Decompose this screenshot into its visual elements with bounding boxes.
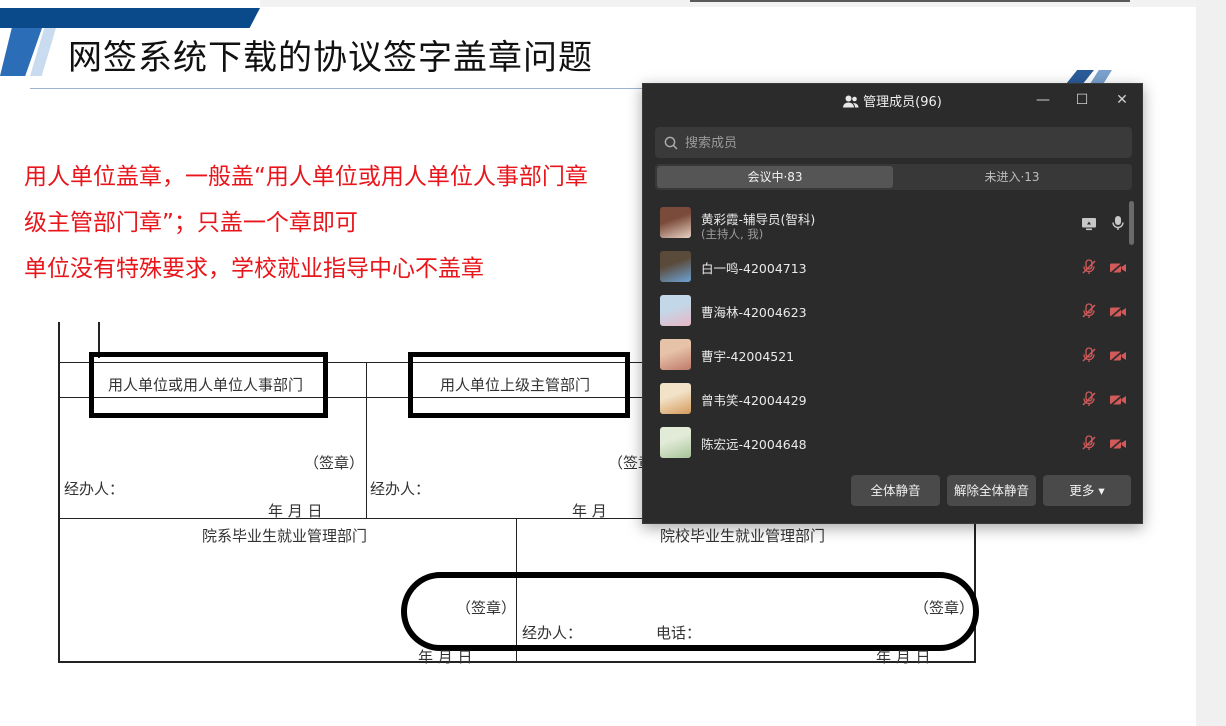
member-row[interactable]: 陈宏远-42004648 bbox=[643, 421, 1133, 465]
title-banner bbox=[0, 8, 260, 28]
member-name: 曹海林-42004623 bbox=[701, 305, 807, 320]
form-date-label: 年 月 日 bbox=[876, 648, 931, 666]
mute-all-button[interactable]: 全体静音 bbox=[851, 475, 940, 506]
tab-not-joined[interactable]: 未进入·13 bbox=[894, 166, 1130, 188]
stamp-highlight-ellipse bbox=[401, 572, 979, 651]
corner-decoration bbox=[1066, 70, 1094, 84]
form-phone-label: 电话： bbox=[656, 624, 702, 642]
member-row[interactable]: 曾韦笑-42004429 bbox=[643, 377, 1133, 421]
microphone-muted-icon[interactable] bbox=[1081, 435, 1101, 455]
screen-share-icon[interactable] bbox=[1081, 216, 1101, 236]
member-row[interactable]: 黄彩霞-辅导员(智科) (主持人, 我) bbox=[643, 201, 1133, 245]
tab-in-meeting[interactable]: 会议中·83 bbox=[657, 166, 893, 188]
avatar bbox=[660, 251, 691, 282]
member-list-scrollbar[interactable] bbox=[1129, 201, 1134, 245]
member-management-panel: 管理成员(96) — ☐ ✕ 会议中·83 未进入·13 黄彩霞-辅导员(智科)… bbox=[642, 83, 1143, 524]
members-icon bbox=[843, 95, 859, 112]
video-off-icon[interactable] bbox=[1109, 392, 1129, 412]
avatar bbox=[660, 207, 691, 238]
form-col1-header: 用人单位或用人单位人事部门 bbox=[108, 376, 304, 394]
member-name: 曹宇-42004521 bbox=[701, 349, 795, 364]
search-icon bbox=[664, 135, 678, 154]
member-name: 陈宏远-42004648 bbox=[701, 437, 807, 452]
microphone-muted-icon[interactable] bbox=[1081, 347, 1101, 367]
slide-text-line-2: 级主管部门章”；只盖一个章即可 bbox=[24, 210, 358, 236]
microphone-muted-icon[interactable] bbox=[1081, 303, 1101, 323]
unmute-all-button[interactable]: 解除全体静音 bbox=[947, 475, 1036, 506]
panel-header: 管理成员(96) bbox=[643, 91, 1142, 112]
minimize-button[interactable]: — bbox=[1031, 90, 1055, 110]
form-seal-label: （签章） bbox=[456, 599, 517, 617]
microphone-muted-icon[interactable] bbox=[1081, 391, 1101, 411]
member-name: 白一鸣-42004713 bbox=[701, 261, 807, 276]
member-search[interactable] bbox=[655, 127, 1132, 160]
microphone-muted-icon[interactable] bbox=[1081, 259, 1101, 279]
form-date-label: 年 月 日 bbox=[268, 502, 323, 520]
close-button[interactable]: ✕ bbox=[1110, 90, 1134, 110]
form-date-label: 年 月 日 bbox=[418, 648, 473, 666]
search-input[interactable] bbox=[683, 127, 1127, 160]
form-handler-label: 经办人： bbox=[370, 480, 431, 498]
video-off-icon[interactable] bbox=[1109, 436, 1129, 456]
video-off-icon[interactable] bbox=[1109, 348, 1129, 368]
microphone-icon[interactable] bbox=[1111, 215, 1131, 235]
member-row[interactable]: 白一鸣-42004713 bbox=[643, 245, 1133, 289]
form-school-header: 院校毕业生就业管理部门 bbox=[660, 527, 826, 545]
top-divider bbox=[690, 0, 1130, 2]
corner-decoration-light bbox=[1090, 70, 1112, 84]
avatar bbox=[660, 339, 691, 370]
member-row[interactable]: 曹宇-42004521 bbox=[643, 333, 1133, 377]
form-date-label: 年 月 bbox=[572, 502, 607, 520]
more-button[interactable]: 更多 ▾ bbox=[1043, 475, 1131, 506]
form-seal-label: （签章） bbox=[304, 454, 365, 472]
slide-text-line-3: 单位没有特殊要求，学校就业指导中心不盖章 bbox=[24, 256, 484, 282]
form-seal-label: （签章） bbox=[914, 599, 975, 617]
slide-title: 网签系统下载的协议签字盖章问题 bbox=[68, 38, 593, 78]
maximize-button[interactable]: ☐ bbox=[1070, 90, 1094, 110]
form-dept-header: 院系毕业生就业管理部门 bbox=[202, 527, 368, 545]
form-col2-header: 用人单位上级主管部门 bbox=[440, 376, 591, 394]
member-role: (主持人, 我) bbox=[701, 227, 764, 241]
form-handler-label: 经办人： bbox=[64, 480, 125, 498]
video-off-icon[interactable] bbox=[1109, 260, 1129, 280]
member-tabs: 会议中·83 未进入·13 bbox=[655, 164, 1132, 190]
member-row[interactable]: 曹海林-42004623 bbox=[643, 289, 1133, 333]
avatar bbox=[660, 427, 691, 458]
avatar bbox=[660, 383, 691, 414]
stamp-highlight-box-1 bbox=[89, 352, 328, 418]
video-off-icon[interactable] bbox=[1109, 304, 1129, 324]
member-name: 曾韦笑-42004429 bbox=[701, 393, 807, 408]
panel-title: 管理成员(96) bbox=[863, 95, 942, 110]
scroll-gutter[interactable] bbox=[1196, 0, 1226, 726]
form-handler-label: 经办人： bbox=[522, 624, 583, 642]
avatar bbox=[660, 295, 691, 326]
stamp-highlight-box-2 bbox=[408, 352, 630, 418]
title-underline bbox=[30, 88, 670, 89]
slide-text-line-1: 用人单位盖章，一般盖“用人单位或用人单位人事部门章 bbox=[24, 164, 588, 190]
